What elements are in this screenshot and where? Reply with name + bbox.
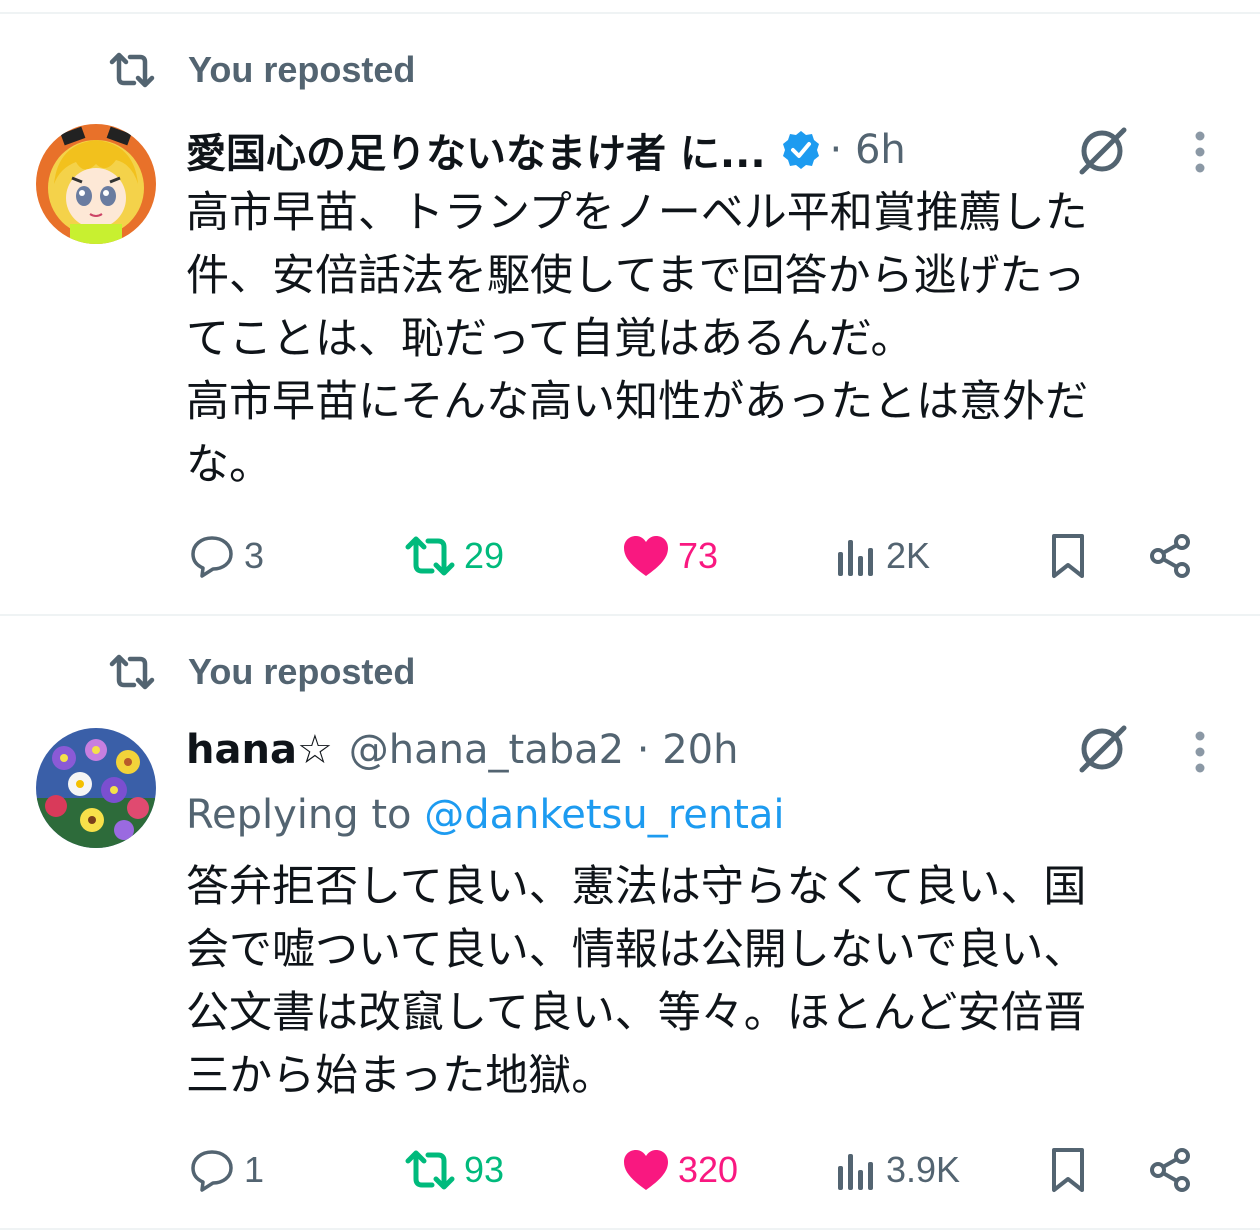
post[interactable]: You reposted 愛国心の足りないなまけ者 に... · 6h 高市早苗… [0, 16, 1260, 616]
bookmark-button[interactable] [1048, 528, 1088, 584]
author-name[interactable]: 愛国心の足りないなまけ者 に... [186, 121, 766, 179]
repost-icon [404, 1148, 456, 1192]
repost-label: You reposted [188, 651, 416, 692]
reply-handle-link[interactable]: @danketsu_rentai [424, 792, 784, 838]
author-name[interactable]: hana☆ [186, 727, 333, 773]
views-count: 2K [886, 535, 931, 576]
verified-badge-icon [780, 129, 822, 171]
bookmark-icon [1048, 532, 1088, 580]
like-count: 320 [678, 1149, 739, 1190]
repost-count: 93 [464, 1149, 505, 1190]
avatar[interactable] [36, 124, 156, 244]
share-button[interactable] [1146, 528, 1194, 584]
repost-icon [404, 534, 456, 578]
share-button[interactable] [1146, 1142, 1194, 1198]
repost-icon [108, 652, 156, 692]
views-count: 3.9K [886, 1149, 961, 1190]
repost-button[interactable]: 29 [404, 528, 504, 584]
like-button[interactable]: 73 [622, 528, 718, 584]
grok-icon[interactable] [1072, 124, 1132, 176]
action-bar: 1 93 320 3.9K [186, 1142, 1206, 1198]
repost-context: You reposted [108, 46, 415, 94]
post-time[interactable]: · 6h [830, 127, 906, 173]
repost-button[interactable]: 93 [404, 1142, 504, 1198]
post[interactable]: You reposted hana☆ @hana_taba2 · 20h Rep… [0, 618, 1260, 1230]
reply-button[interactable]: 1 [188, 1142, 264, 1198]
post-header: hana☆ @hana_taba2 · 20h [186, 720, 738, 780]
repost-count: 29 [464, 535, 505, 576]
reply-count: 3 [244, 535, 265, 576]
repost-icon [108, 50, 156, 90]
reply-prefix: Replying to [186, 792, 425, 838]
more-vertical-icon[interactable] [1186, 126, 1214, 178]
like-count: 73 [678, 535, 719, 576]
reply-count: 1 [244, 1149, 265, 1190]
reply-context: Replying to @danketsu_rentai [186, 792, 785, 838]
heart-icon [622, 1148, 670, 1192]
avatar[interactable] [36, 728, 156, 848]
reply-icon [188, 1146, 236, 1194]
views-icon [834, 1148, 878, 1192]
heart-icon [622, 534, 670, 578]
grok-icon[interactable] [1072, 722, 1132, 774]
bookmark-button[interactable] [1048, 1142, 1088, 1198]
action-bar: 3 29 73 2K [186, 528, 1206, 584]
author-handle-time[interactable]: @hana_taba2 · 20h [349, 727, 739, 773]
more-vertical-icon[interactable] [1186, 726, 1214, 778]
share-icon [1146, 1146, 1194, 1194]
like-button[interactable]: 320 [622, 1142, 738, 1198]
views-icon [834, 534, 878, 578]
repost-context: You reposted [108, 648, 415, 696]
bookmark-icon [1048, 1146, 1088, 1194]
post-text: 答弁拒否して良い、憲法は守らなくて良い、国 会で嘘ついて良い、情報は公開しないで… [186, 862, 1087, 1101]
post-header: 愛国心の足りないなまけ者 に... · 6h [186, 120, 906, 180]
reply-icon [188, 532, 236, 580]
views-button[interactable]: 3.9K [834, 1142, 960, 1198]
views-button[interactable]: 2K [834, 528, 930, 584]
reply-button[interactable]: 3 [188, 528, 264, 584]
top-divider [0, 0, 1260, 14]
post-text: 高市早苗、トランプをノーベル平和賞推薦した 件、安倍話法を駆使してまで回答から逃… [186, 188, 1089, 490]
repost-label: You reposted [188, 49, 416, 90]
share-icon [1146, 532, 1194, 580]
